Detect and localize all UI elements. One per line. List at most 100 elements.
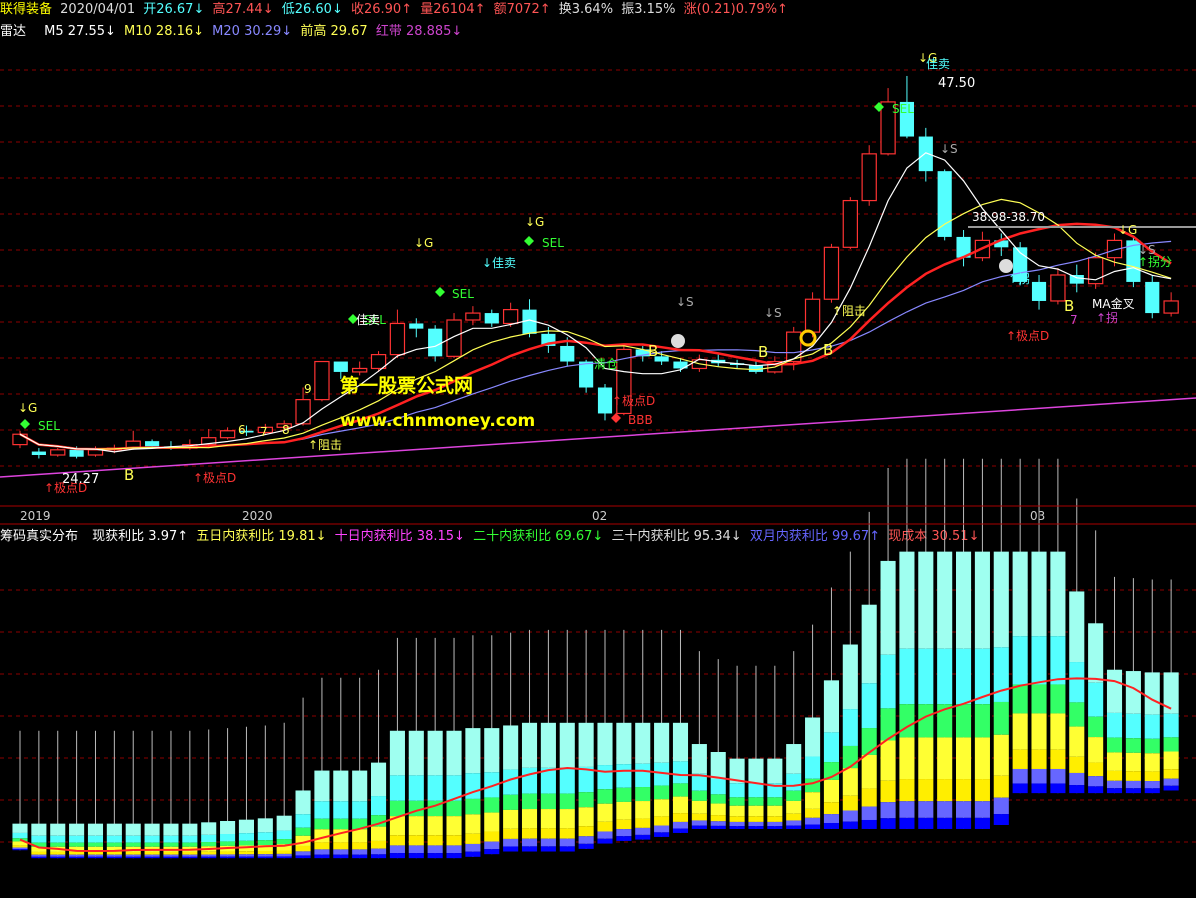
chip-band <box>597 838 613 844</box>
chip-band <box>50 835 66 843</box>
chip-band <box>974 551 990 649</box>
chip-band <box>672 722 689 762</box>
chip-band <box>993 734 1009 776</box>
chip-band <box>578 722 594 767</box>
chip-band <box>389 835 405 846</box>
x-axis: 2019 2020 02 03 <box>0 505 1196 525</box>
chip-band <box>427 816 443 836</box>
chip-band <box>616 819 632 830</box>
chip-band <box>1144 738 1160 754</box>
ma-cross-label: MA金叉 <box>1092 296 1135 311</box>
chip-band <box>559 767 575 794</box>
chip-band <box>408 835 424 846</box>
chip-band <box>1012 713 1028 750</box>
candle-body <box>842 199 858 248</box>
chip-band <box>69 842 85 847</box>
chip-band <box>880 560 896 655</box>
chip-band <box>842 821 858 829</box>
chip-band <box>1031 749 1047 769</box>
chip-band <box>276 856 292 859</box>
s-signal: ↓S <box>676 295 694 309</box>
candle-body <box>295 399 311 425</box>
chip-band <box>125 854 141 857</box>
chip-band <box>408 775 424 801</box>
chip-band <box>597 789 613 804</box>
chip-band <box>767 816 783 822</box>
chip-band <box>446 816 462 836</box>
target-icon <box>799 329 817 347</box>
chip-band <box>1163 672 1179 714</box>
chip-band <box>842 810 858 822</box>
chip-band <box>956 779 972 802</box>
chip-band <box>597 821 613 832</box>
chip-band <box>805 808 821 818</box>
chip-band <box>1106 712 1123 738</box>
chip-band <box>12 832 28 839</box>
chip-band <box>314 849 330 855</box>
good-sell-label: 佳卖 <box>356 313 380 327</box>
low-point-label: ↑极点D <box>193 471 236 485</box>
chip-band <box>993 814 1009 825</box>
chip-band <box>295 851 311 856</box>
chip-band <box>465 814 481 834</box>
chip-band <box>1163 778 1179 786</box>
chip-band <box>144 835 160 843</box>
chip-band <box>635 818 651 828</box>
chip-band <box>238 851 254 855</box>
chip-band <box>1125 752 1141 772</box>
chip-band <box>1050 783 1066 794</box>
candle-body <box>560 345 575 362</box>
chip-band <box>521 722 538 768</box>
chip-band <box>465 843 481 852</box>
chip-band <box>1050 749 1066 769</box>
chip-band <box>408 730 424 776</box>
chip-band <box>163 854 179 857</box>
chip-band <box>861 788 877 807</box>
chip-band <box>805 824 821 829</box>
chip-band <box>484 728 500 773</box>
chip-band <box>201 834 217 843</box>
chip-band <box>1163 785 1179 791</box>
chip-band <box>182 851 198 855</box>
chip-band <box>1163 713 1179 738</box>
chip-band <box>654 825 670 833</box>
chip-band <box>257 850 273 855</box>
candle-body <box>333 361 348 372</box>
chip-band <box>295 855 311 859</box>
chip-band <box>408 816 424 836</box>
chip-band <box>106 856 122 859</box>
chip-band <box>635 834 651 840</box>
chip-band <box>861 728 877 755</box>
chip-band <box>12 845 28 848</box>
candle-body <box>861 153 877 202</box>
chip-band <box>106 823 122 836</box>
chip-band <box>993 647 1009 702</box>
chip-band <box>1012 684 1028 714</box>
count-label: 7 <box>260 425 268 439</box>
chip-band <box>937 551 953 649</box>
stock-chart[interactable]: 2019 2020 02 03 47.50 24.27 38.98-38.70 … <box>0 0 1196 898</box>
chip-band <box>465 851 481 857</box>
chip-band <box>333 801 349 819</box>
chip-band <box>1106 780 1123 789</box>
chip-band <box>597 803 613 822</box>
chip-band <box>956 551 972 649</box>
chip-band <box>672 761 689 784</box>
chip-band <box>880 802 896 819</box>
chip-band <box>87 856 104 859</box>
chip-band <box>144 842 160 847</box>
chip-band <box>503 846 519 852</box>
chip-band <box>616 787 632 802</box>
chip-band <box>352 854 368 859</box>
range-label: 38.98-38.70 <box>972 210 1045 224</box>
chip-band <box>786 773 802 791</box>
chip-band <box>371 826 387 841</box>
chip-band <box>521 809 538 829</box>
chip-band <box>1106 788 1123 794</box>
chip-band <box>918 817 934 829</box>
face-icon <box>999 259 1013 273</box>
chip-band <box>163 842 179 847</box>
chip-band <box>484 797 500 813</box>
chip-band <box>276 850 292 854</box>
chip-band <box>899 779 915 802</box>
